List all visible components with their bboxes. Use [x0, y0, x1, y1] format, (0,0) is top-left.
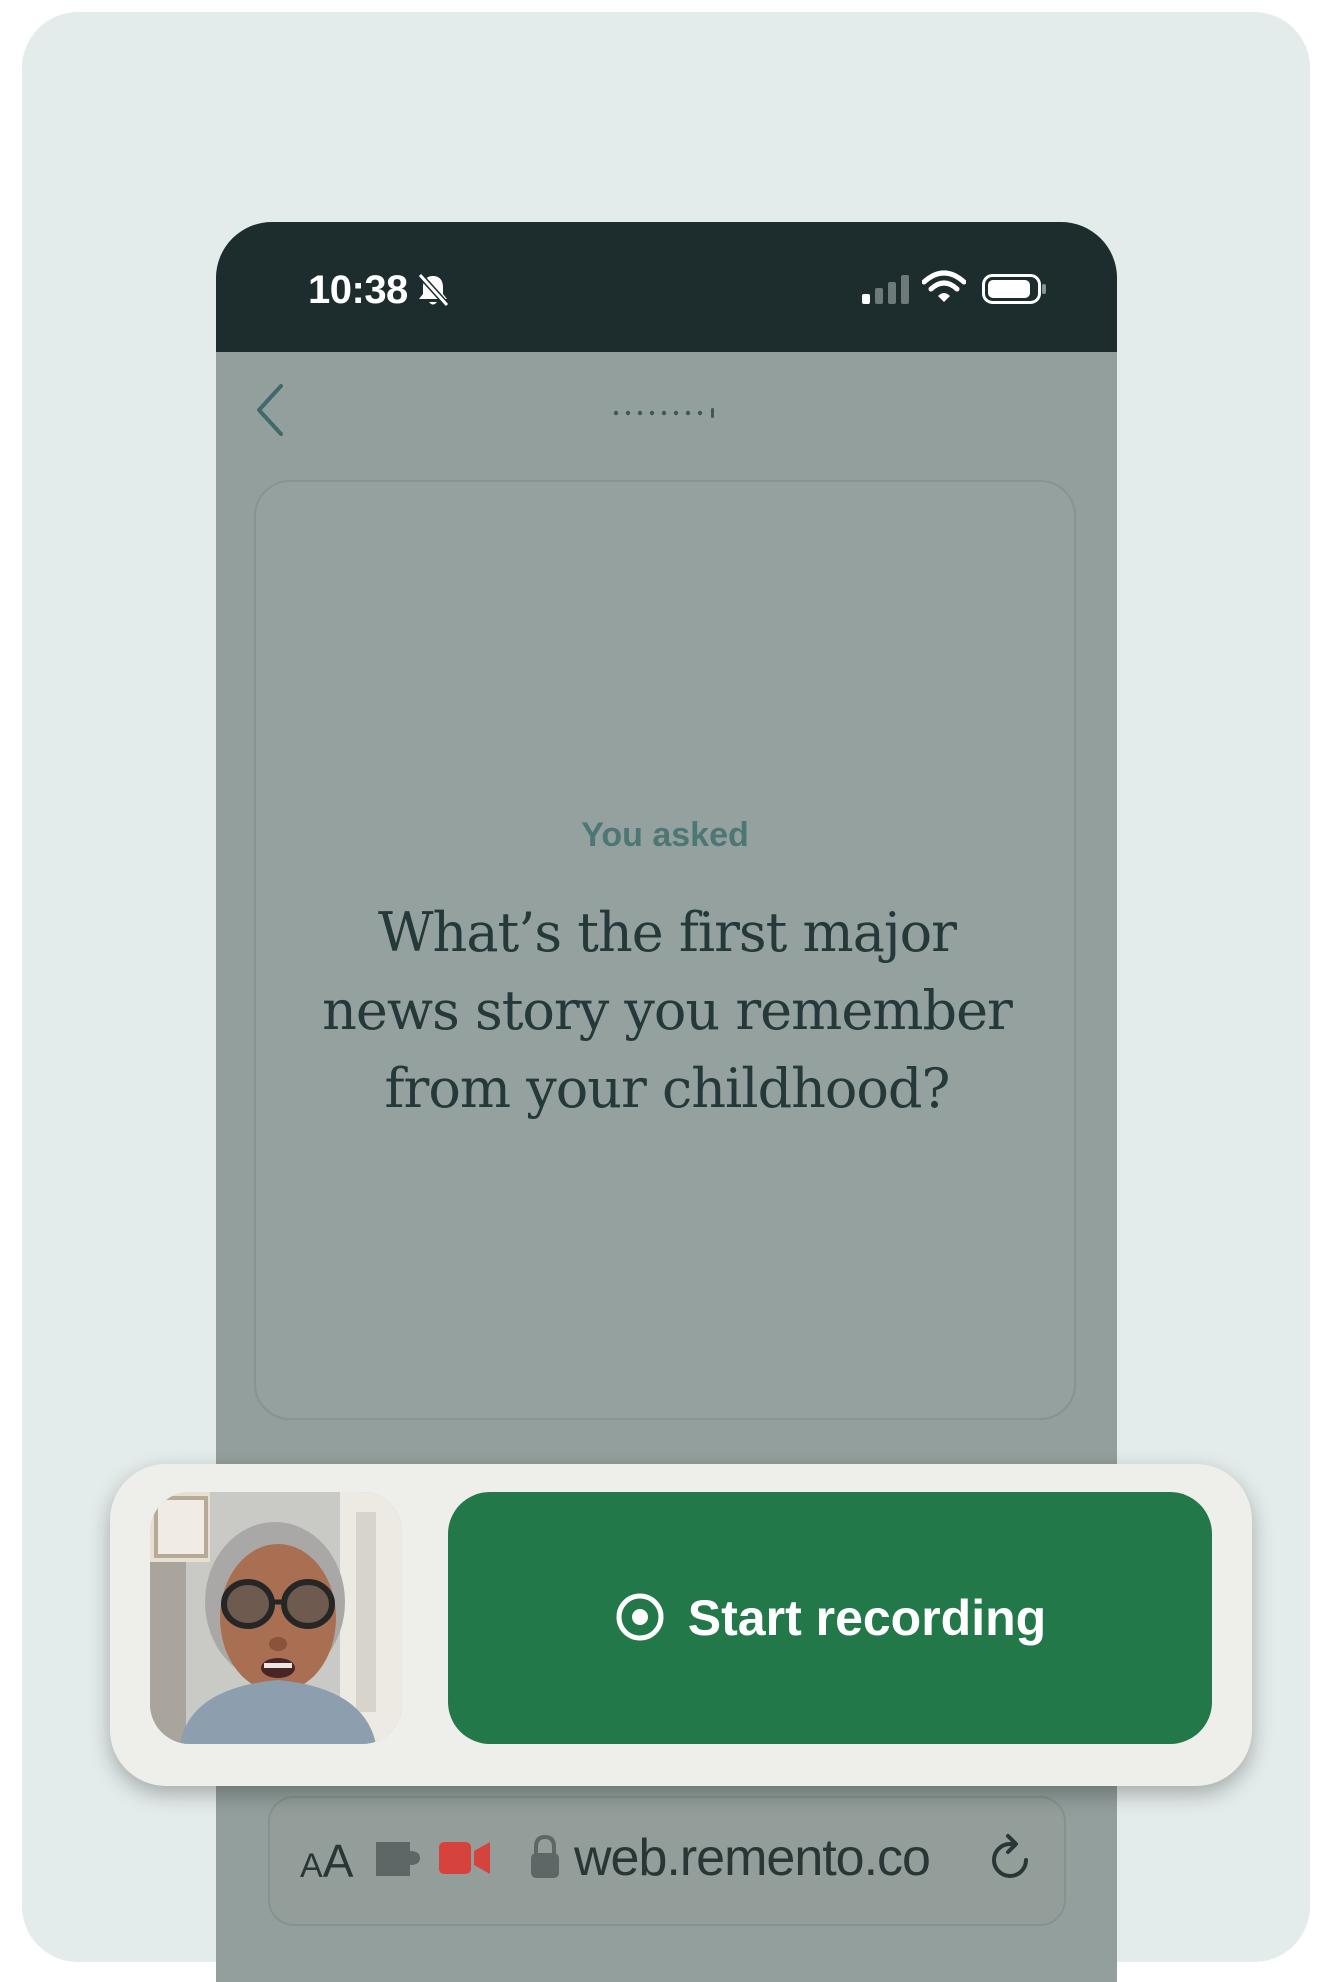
camera-recording-icon[interactable] — [438, 1838, 492, 1883]
url-text[interactable]: web.remento.co — [574, 1828, 931, 1888]
start-recording-label: Start recording — [687, 1590, 1047, 1646]
lock-icon — [530, 1834, 560, 1885]
back-chevron-icon[interactable] — [254, 382, 286, 443]
prompt-eyebrow: You asked — [581, 816, 749, 854]
bell-slash-icon — [416, 272, 450, 313]
text-size-button[interactable]: AA — [300, 1834, 353, 1888]
nav-bar — [216, 352, 1117, 472]
status-bar: 10:38 — [216, 222, 1117, 352]
record-icon — [614, 1591, 666, 1646]
status-time: 10:38 — [308, 268, 408, 312]
cellular-signal-icon — [862, 274, 912, 309]
puzzle-extension-icon[interactable] — [374, 1836, 422, 1885]
camera-preview — [150, 1492, 402, 1744]
reload-icon[interactable] — [986, 1830, 1036, 1895]
prompt-card: You asked What’s the first major news st… — [254, 480, 1076, 1420]
progress-dots — [612, 406, 722, 424]
browser-url-bar[interactable]: AA web.remento.co — [268, 1796, 1066, 1926]
start-recording-button[interactable]: Start recording — [448, 1492, 1212, 1744]
wifi-icon — [921, 270, 967, 309]
recording-panel: Start recording — [110, 1464, 1252, 1786]
prompt-question: What’s the first major news story you re… — [322, 901, 1013, 1120]
battery-icon — [982, 274, 1048, 309]
